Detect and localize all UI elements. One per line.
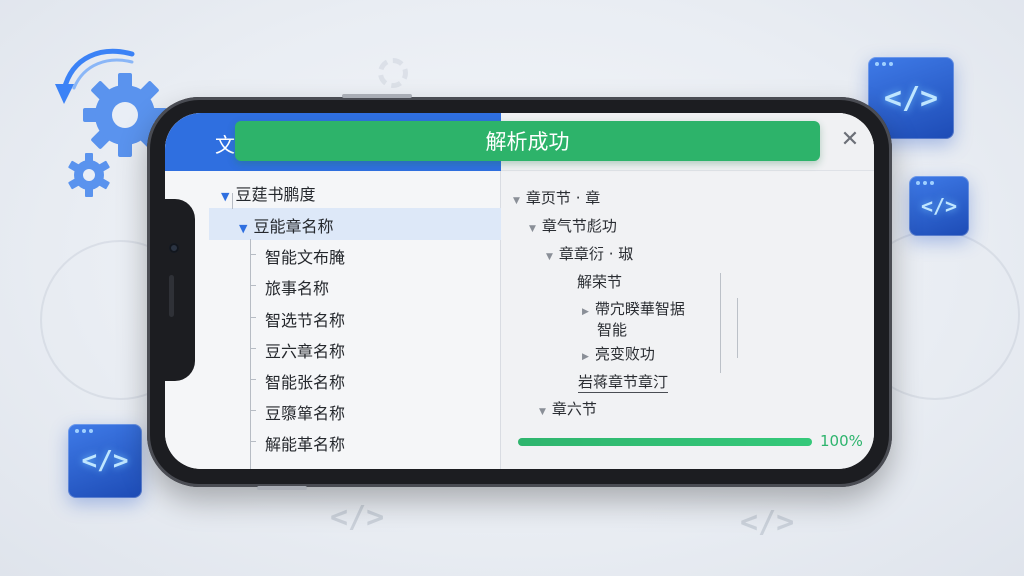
app-screen: 文 解析成功 ✕ ▼ 豆莛书鹏度 ▼ 豆能章名称 智能文布腌 旅事名称 智选节名称 … <box>165 113 874 469</box>
phone-top-button <box>342 94 412 98</box>
code-icon: </> <box>81 446 129 476</box>
expand-arrow-icon[interactable]: ▶ <box>582 307 589 317</box>
tree-item[interactable]: 旅事名称 <box>265 275 329 299</box>
tree-item-root[interactable]: ▼ 豆莛书鹏度 <box>221 181 315 205</box>
expand-arrow-icon[interactable]: ▶ <box>582 352 589 362</box>
phone-frame: 文 解析成功 ✕ ▼ 豆莛书鹏度 ▼ 豆能章名称 智能文布腌 旅事名称 智选节名称 … <box>147 94 892 490</box>
small-gear-icon <box>68 153 110 197</box>
code-icon: </> <box>920 194 958 218</box>
tree-item[interactable]: 智能文布腌 <box>265 244 345 268</box>
progress-fill <box>518 438 812 446</box>
camera-icon <box>169 243 179 253</box>
result-item[interactable]: 解荣节 <box>577 271 622 292</box>
tree-item[interactable]: 智能张名称 <box>265 369 345 393</box>
speaker-grille <box>169 275 174 317</box>
collapse-arrow-icon[interactable]: ▼ <box>546 252 553 262</box>
result-item[interactable]: ▼ 章六节 <box>539 398 597 419</box>
success-toast: 解析成功 <box>235 121 820 161</box>
tree-tick <box>250 285 256 286</box>
expand-arrow-icon[interactable]: ▼ <box>239 222 247 235</box>
code-card-bottom-left: </> <box>68 424 142 498</box>
collapse-arrow-icon[interactable]: ▼ <box>529 224 536 234</box>
tree-item[interactable]: 解能革名称 <box>265 431 345 455</box>
tree-item-chapter[interactable]: ▼ 豆能章名称 <box>239 213 333 237</box>
progress-percent: 100% <box>820 432 863 450</box>
tree-tick <box>250 379 256 380</box>
result-item[interactable]: 岩蒋章节章汀 <box>578 371 669 393</box>
ghost-code-icon: </> <box>740 505 795 540</box>
tree-tick <box>250 348 256 349</box>
collapse-arrow-icon[interactable]: ▼ <box>539 407 546 417</box>
close-icon[interactable]: ✕ <box>839 129 861 151</box>
toast-message: 解析成功 <box>485 130 570 154</box>
result-item[interactable]: ▼ 章章衍 · 琡 <box>546 243 633 264</box>
tree-guide-line <box>720 273 721 373</box>
tree-item[interactable]: 智选节名称 <box>265 307 345 331</box>
result-item[interactable]: ▼ 章气节彪功 <box>529 215 617 236</box>
background-gear-top <box>378 58 408 88</box>
progress-bar <box>518 438 812 446</box>
phone-bottom-button <box>257 486 307 490</box>
tree-tick <box>250 254 256 255</box>
code-card-right: </> <box>909 176 969 236</box>
tree-guide-line <box>250 239 251 469</box>
collapse-arrow-icon[interactable]: ▼ <box>513 196 520 206</box>
result-item[interactable]: 智能 <box>597 319 627 340</box>
tree-tick <box>250 317 256 318</box>
app-title: 文 <box>215 133 235 157</box>
code-icon: </> <box>883 80 939 116</box>
result-item[interactable]: ▼ 章页节 · 章 <box>513 187 600 208</box>
ghost-code-icon: </> <box>330 500 385 535</box>
expand-arrow-icon[interactable]: ▼ <box>221 190 229 203</box>
tree-guide-line <box>737 298 738 358</box>
tree-item[interactable]: 豆六章名称 <box>265 338 345 362</box>
result-item[interactable]: ▶ 亮变败功 <box>582 343 655 364</box>
phone-notch <box>165 199 195 381</box>
tree-item[interactable]: 豆隳箪名称 <box>265 400 345 424</box>
tree-tick <box>250 410 256 411</box>
result-item[interactable]: ▶ 帶宂睽華智据 <box>582 298 685 319</box>
tree-tick <box>250 441 256 442</box>
